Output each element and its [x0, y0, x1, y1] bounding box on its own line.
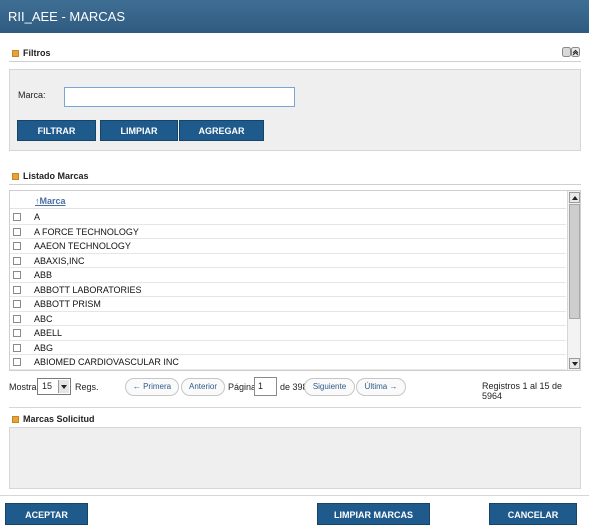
list-item[interactable]: ABG: [10, 341, 566, 355]
mostrar-label: Mostrar: [9, 382, 40, 392]
row-label: A FORCE TECHNOLOGY: [34, 226, 139, 237]
page-number-input[interactable]: 1: [254, 377, 277, 396]
filters-panel: Marca: FILTRAR LIMPIAR AGREGAR: [9, 69, 581, 151]
row-label: ABBOTT PRISM: [34, 299, 101, 309]
row-checkbox[interactable]: [13, 329, 21, 337]
bullet-icon: [12, 173, 19, 180]
registros-count: Registros 1 al 15 de 5964: [482, 381, 563, 401]
list-item[interactable]: ABELL: [10, 326, 566, 341]
marca-label: Marca:: [18, 90, 46, 100]
ultima-button[interactable]: Última →: [356, 378, 406, 396]
siguiente-button[interactable]: Siguiente: [304, 378, 355, 396]
cancelar-button[interactable]: CANCELAR: [489, 503, 577, 525]
list-item[interactable]: ABBOTT PRISM: [10, 297, 566, 312]
row-label: ABG: [34, 342, 54, 353]
bullet-icon: [12, 416, 19, 423]
row-label: AAEON TECHNOLOGY: [34, 241, 131, 251]
solicitud-header: Marcas Solicitud: [9, 412, 581, 428]
scroll-thumb[interactable]: [569, 204, 580, 319]
window-title: RII_AEE - MARCAS: [0, 0, 589, 33]
row-label: ABC: [34, 313, 53, 324]
list-item[interactable]: ABAXIS,INC: [10, 254, 566, 268]
column-marca-label: Marca: [39, 196, 66, 206]
row-checkbox[interactable]: [13, 271, 21, 279]
pagina-label: Página: [228, 382, 257, 392]
solicitud-panel: [9, 427, 581, 489]
page-size-select[interactable]: 15: [37, 378, 71, 395]
limpiar-marcas-button[interactable]: LIMPIAR MARCAS: [317, 503, 430, 525]
row-checkbox[interactable]: [13, 213, 21, 221]
row-label: ABBOTT LABORATORIES: [34, 284, 142, 295]
row-checkbox[interactable]: [13, 300, 21, 308]
row-checkbox[interactable]: [13, 343, 21, 352]
sort-marca-link[interactable]: ↑Marca: [35, 196, 66, 206]
scroll-up-icon[interactable]: [569, 192, 580, 203]
row-label: ABELL: [34, 328, 63, 338]
limpiar-button[interactable]: LIMPIAR: [100, 120, 178, 141]
listado-header: Listado Marcas: [9, 169, 581, 185]
list-item[interactable]: ABIOMED CARDIOVASCULAR INC: [10, 355, 566, 370]
row-checkbox[interactable]: [13, 285, 21, 294]
row-label: ABAXIS,INC: [34, 255, 85, 266]
list-rows: A A FORCE TECHNOLOGY AAEON TECHNOLOGY ABAXI…: [10, 210, 566, 370]
list-item[interactable]: AAEON TECHNOLOGY: [10, 239, 566, 254]
list-item[interactable]: ABC: [10, 312, 566, 326]
list-item[interactable]: A: [10, 210, 566, 225]
list-scrollbar[interactable]: [567, 191, 580, 370]
regs-label: Regs.: [75, 382, 99, 392]
chevron-down-icon: [58, 380, 69, 393]
list-header: ↑Marca: [10, 194, 566, 209]
footer-divider: [0, 495, 589, 496]
agregar-button[interactable]: AGREGAR: [179, 120, 264, 141]
listado-title: Listado Marcas: [23, 171, 89, 181]
row-checkbox[interactable]: [13, 242, 21, 250]
row-label: ABB: [34, 270, 53, 280]
filtrar-button[interactable]: FILTRAR: [17, 120, 96, 141]
scroll-down-icon[interactable]: [569, 358, 580, 369]
filtros-title: Filtros: [23, 48, 51, 58]
list-item[interactable]: A FORCE TECHNOLOGY: [10, 225, 566, 239]
row-label: A: [34, 212, 41, 222]
aceptar-button[interactable]: ACEPTAR: [5, 503, 88, 525]
list-item[interactable]: ABB: [10, 268, 566, 283]
row-label: ABIOMED CARDIOVASCULAR INC: [34, 357, 179, 367]
bullet-icon: [12, 50, 19, 57]
page-size-value: 15: [42, 381, 53, 391]
list-item[interactable]: ABBOTT LABORATORIES: [10, 283, 566, 297]
row-checkbox[interactable]: [13, 314, 21, 323]
row-checkbox[interactable]: [13, 358, 21, 366]
row-checkbox[interactable]: [13, 227, 21, 236]
collapse-icon[interactable]: [562, 47, 580, 57]
primera-button[interactable]: ← Primera: [125, 378, 179, 396]
marcas-list: ↑Marca A A FORCE TECHNOLOGY AAEON TECHNOLO…: [9, 190, 581, 371]
row-checkbox[interactable]: [13, 256, 21, 265]
filtros-header: Filtros: [9, 46, 581, 62]
anterior-button[interactable]: Anterior: [181, 378, 225, 396]
pager: Mostrar 15 Regs. ← Primera Anterior Pági…: [9, 372, 581, 408]
solicitud-title: Marcas Solicitud: [23, 414, 95, 424]
marca-input[interactable]: [64, 87, 295, 107]
